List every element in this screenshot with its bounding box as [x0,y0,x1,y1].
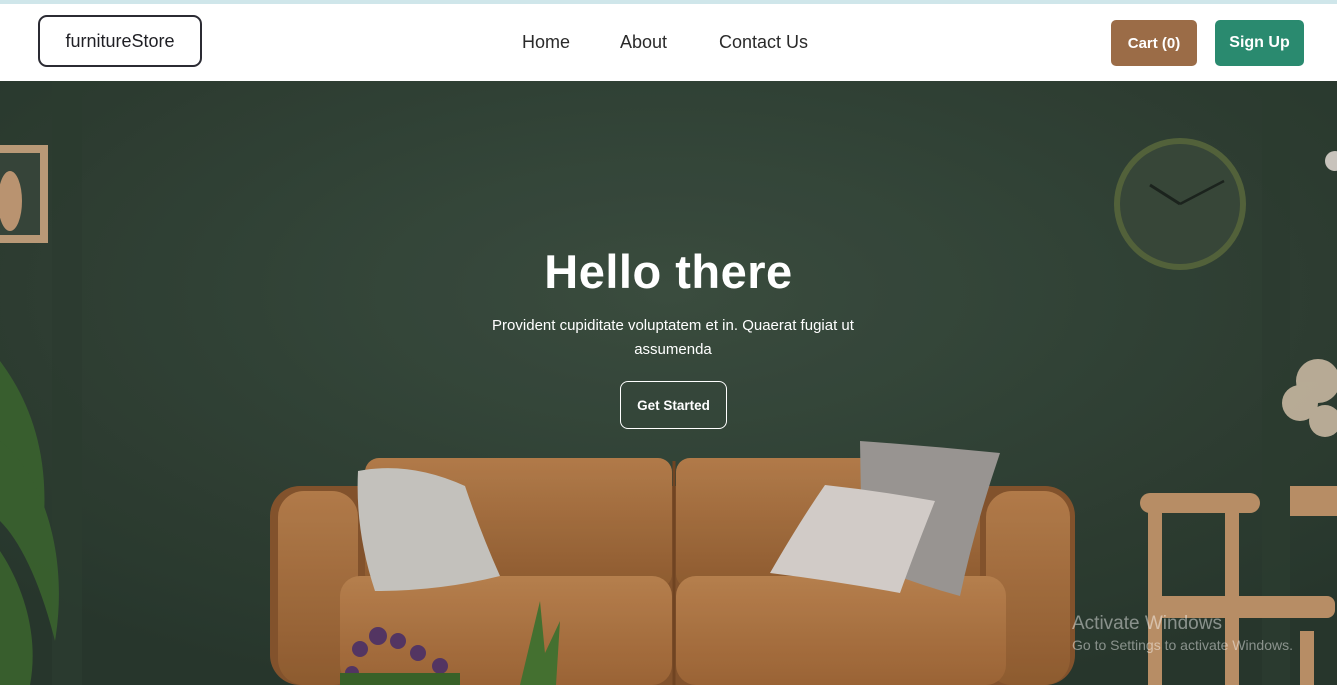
hero-subtitle: Provident cupiditate voluptatem et in. Q… [492,317,854,358]
sign-up-button[interactable]: Sign Up [1215,20,1304,66]
cart-button[interactable]: Cart (0) [1111,20,1197,66]
hero-title: Hello there [544,245,793,298]
get-started-button[interactable]: Get Started [620,381,727,429]
watermark-title: Activate Windows [1072,613,1222,634]
windows-activation-watermark: Activate Windows Go to Settings to activ… [1072,613,1293,653]
nav-about-link[interactable]: About [620,32,667,53]
hero-section: Hello there Provident cupiditate volupta… [0,81,1337,685]
site-header: furnitureStore Home About Contact Us Car… [0,4,1337,81]
nav-home-link[interactable]: Home [522,32,570,53]
nav-contact-link[interactable]: Contact Us [719,32,808,53]
watermark-subtitle: Go to Settings to activate Windows. [1072,637,1293,653]
